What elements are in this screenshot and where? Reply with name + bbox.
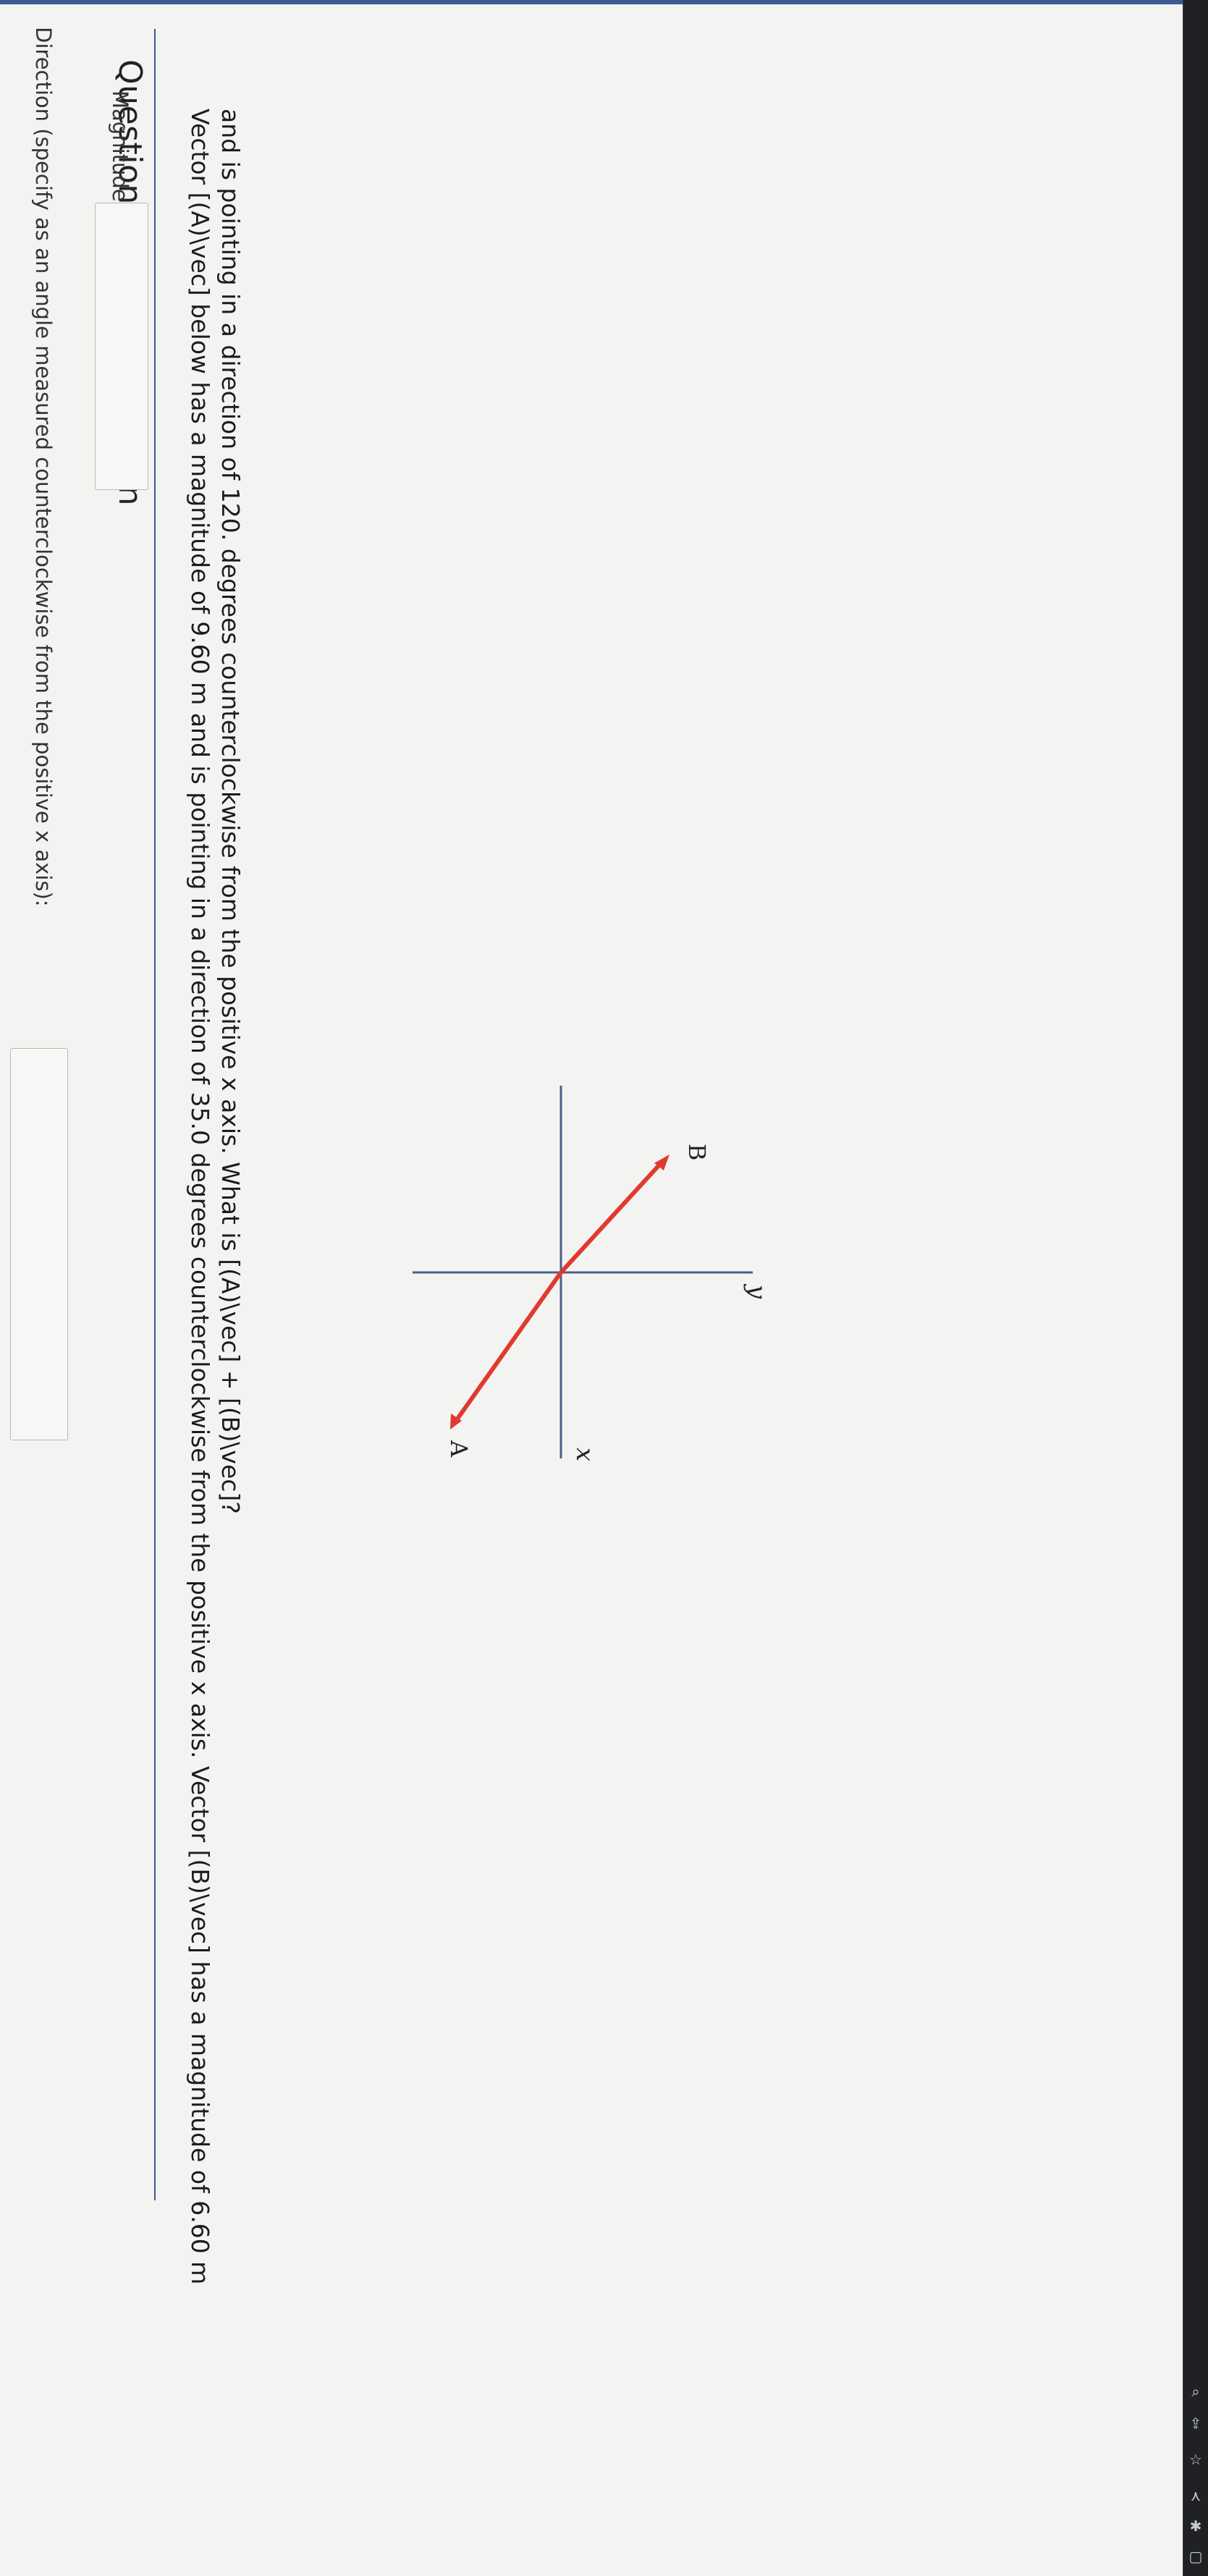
question-text-line-1: Vector [(A)\vec] below has a magnitude o… [186, 109, 214, 2285]
magnitude-input[interactable] [95, 203, 148, 490]
profile-icon[interactable]: ⋏ [1186, 2487, 1205, 2504]
vector-b [559, 1160, 664, 1275]
direction-input[interactable] [10, 1048, 68, 1440]
y-axis-label: y [743, 1283, 764, 1299]
magnitude-label: Magnitude: [108, 90, 132, 209]
zoom-search-icon[interactable]: ⌕ [1186, 2383, 1205, 2400]
direction-label: Direction (specify as an angle measured … [31, 27, 56, 907]
extension-puzzle-icon[interactable]: ✱ [1186, 2517, 1205, 2535]
rotated-page: Question 7: Vector Addition Vector [(A)\… [0, 0, 1183, 2576]
title-divider [154, 29, 156, 2200]
question-text-line-2: and is pointing in a direction of 120. d… [216, 109, 245, 1514]
vector-b-label: B [683, 1144, 711, 1161]
share-icon[interactable]: ⇪ [1186, 2415, 1205, 2432]
vector-a [454, 1271, 563, 1422]
vector-diagram: y x A B [413, 1086, 764, 1461]
bookmark-star-icon[interactable]: ☆ [1186, 2451, 1205, 2468]
vector-a-label: A [445, 1440, 473, 1458]
browser-toolbar: ▢ ✱ ⋏ ☆ ⇪ ⌕ [1183, 0, 1208, 2576]
x-axis-label: x [570, 1448, 599, 1461]
window-square-icon[interactable]: ▢ [1186, 2548, 1205, 2565]
